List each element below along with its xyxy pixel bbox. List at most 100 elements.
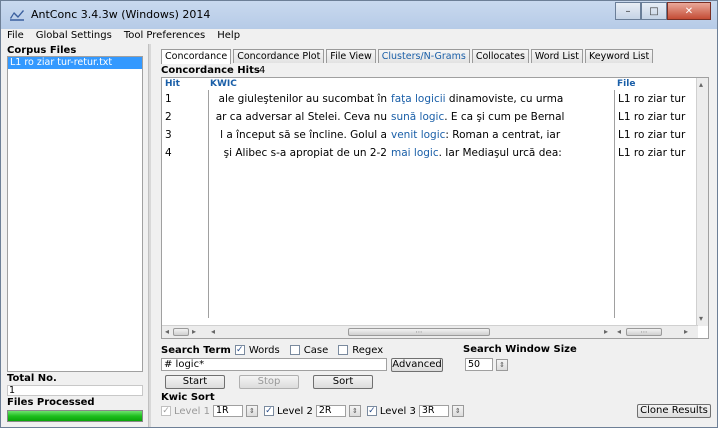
concordance-hits-label: Concordance Hits [161, 65, 260, 76]
scroll-up-arrow-icon[interactable]: ▴ [699, 80, 703, 89]
hit-number[interactable]: 3 [162, 126, 208, 144]
level3-checkbox[interactable]: ✓ [366, 406, 377, 416]
file-scroll-thumb[interactable]: ⋯ [626, 328, 662, 336]
kwic-left-context: l a început să se încline. Golul a [220, 129, 387, 141]
total-no-value: 1 [7, 385, 143, 396]
spinner-arrows-icon[interactable]: ⇕ [245, 405, 258, 417]
file-cell[interactable]: L1 ro ziar tur [615, 126, 699, 144]
kwic-scroll-thumb[interactable]: ⋯ [348, 328, 490, 336]
progress-fill [8, 411, 142, 421]
kwic-keyword[interactable]: faţa logicii [391, 93, 446, 105]
search-window-size-input[interactable]: 50 [465, 358, 493, 371]
tab-concordance[interactable]: Concordance [161, 49, 232, 64]
level1-input[interactable]: 1R [212, 405, 243, 417]
horizontal-scrollbar[interactable]: ◂ ▸ ◂ ⋯ ▸ ◂ ⋯ ▸ [162, 325, 698, 338]
case-label: Case [303, 344, 329, 356]
file-cell[interactable]: L1 ro ziar tur [615, 90, 699, 108]
corpus-files-label: Corpus Files [7, 45, 77, 56]
kwic-line-right: sună logic. E ca şi cum pe Bernal [391, 108, 564, 126]
kwic-row[interactable]: şi Alibec s-a apropiat de un 2-2 mai log… [209, 144, 613, 162]
close-button[interactable]: ✕ [667, 2, 711, 20]
kwic-column: ale giuleştenilor au sucombat în faţa lo… [209, 90, 613, 318]
app-window: AntConc 3.4.3w (Windows) 2014 – □ ✕ File… [0, 0, 718, 428]
tab-clusters-ngrams[interactable]: Clusters/N-Grams [377, 49, 470, 63]
kwic-left-context: şi Alibec s-a apropiat de un 2-2 [223, 147, 387, 159]
kwic-row[interactable]: ale giuleştenilor au sucombat în faţa lo… [209, 90, 613, 108]
tab-file-view[interactable]: File View [326, 49, 376, 63]
kwic-keyword[interactable]: venit logic [391, 129, 445, 141]
kwic-keyword[interactable]: mai logic [391, 147, 439, 159]
tab-concordance-plot[interactable]: Concordance Plot [233, 49, 325, 63]
concordance-results: Hit KWIC File 1 2 3 4 ale giuleştenilor … [161, 77, 709, 339]
vertical-scrollbar[interactable]: ▴ ▾ [696, 78, 708, 326]
column-header-kwic[interactable]: KWIC [210, 79, 237, 89]
menu-global-settings[interactable]: Global Settings [36, 29, 112, 43]
kwic-line-right: mai logic. Iar Mediaşul urcă dea: [391, 144, 562, 162]
words-label: Words [248, 344, 280, 356]
level2-input[interactable]: 2R [315, 405, 346, 417]
kwic-sort-levels: ✓ Level 1 1R ⇕ ✓ Level 2 2R ⇕ ✓ Level 3 … [161, 404, 464, 418]
scroll-left-arrow-icon[interactable]: ◂ [211, 327, 215, 336]
hit-scroll-thumb[interactable] [173, 328, 189, 336]
level1-label: Level 1 [174, 405, 210, 417]
level1-checkbox[interactable]: ✓ [161, 406, 171, 416]
file-cell[interactable]: L1 ro ziar tur [615, 108, 699, 126]
scroll-right-arrow-icon[interactable]: ▸ [604, 327, 608, 336]
regex-checkbox[interactable] [338, 345, 349, 355]
kwic-line-right: faţa logicii dinamoviste, cu urma [391, 90, 563, 108]
title-bar: AntConc 3.4.3w (Windows) 2014 – □ ✕ [1, 1, 717, 29]
advanced-button[interactable]: Advanced [391, 358, 443, 372]
start-button[interactable]: Start [165, 375, 225, 389]
column-header-file[interactable]: File [617, 79, 635, 89]
hit-number[interactable]: 4 [162, 144, 208, 162]
menu-file[interactable]: File [7, 29, 24, 43]
menu-help[interactable]: Help [217, 29, 240, 43]
hit-number[interactable]: 2 [162, 108, 208, 126]
kwic-right-context: . E ca şi cum pe Bernal [444, 111, 565, 123]
maximize-button[interactable]: □ [641, 2, 667, 20]
words-checkbox[interactable]: ✓ [234, 345, 245, 355]
kwic-left-context: ar ca adversar al Stelei. Ceva nu [215, 111, 387, 123]
kwic-row[interactable]: l a început să se încline. Golul a venit… [209, 126, 613, 144]
spinner-arrows-icon[interactable]: ⇕ [451, 405, 464, 417]
minimize-button[interactable]: – [615, 2, 641, 20]
menu-bar: File Global Settings Tool Preferences He… [1, 29, 717, 43]
spinner-arrows-icon[interactable]: ⇕ [348, 405, 361, 417]
kwic-row[interactable]: ar ca adversar al Stelei. Ceva nu sună l… [209, 108, 613, 126]
kwic-right-context: . Iar Mediaşul urcă dea: [438, 147, 562, 159]
file-cell[interactable]: L1 ro ziar tur [615, 144, 699, 162]
scroll-right-arrow-icon[interactable]: ▸ [192, 327, 196, 336]
scroll-left-arrow-icon[interactable]: ◂ [617, 327, 621, 336]
scroll-left-arrow-icon[interactable]: ◂ [165, 327, 169, 336]
kwic-keyword[interactable]: sună logic [391, 111, 444, 123]
column-header-hit[interactable]: Hit [165, 79, 180, 89]
clone-results-button[interactable]: Clone Results [637, 404, 711, 418]
scroll-down-arrow-icon[interactable]: ▾ [699, 314, 703, 323]
search-options-row: Search Term ✓ Words Case Regex [161, 343, 383, 357]
panel-divider[interactable] [148, 44, 151, 427]
scroll-right-arrow-icon[interactable]: ▸ [684, 327, 688, 336]
regex-label: Regex [352, 344, 384, 356]
kwic-left-context: ale giuleştenilor au sucombat în [218, 93, 387, 105]
tab-keyword-list[interactable]: Keyword List [584, 49, 654, 63]
window-title: AntConc 3.4.3w (Windows) 2014 [31, 8, 211, 21]
tab-collocates[interactable]: Collocates [471, 49, 529, 63]
menu-tool-preferences[interactable]: Tool Preferences [124, 29, 205, 43]
tool-tabs: Concordance Concordance Plot File View C… [161, 49, 655, 64]
spinner-arrows-icon[interactable]: ⇕ [496, 359, 508, 371]
hit-column: 1 2 3 4 [162, 90, 209, 318]
tab-word-list[interactable]: Word List [530, 49, 583, 63]
search-term-input[interactable]: # logic* [161, 358, 387, 371]
stop-button[interactable]: Stop [239, 375, 299, 389]
level2-label: Level 2 [276, 405, 313, 417]
case-checkbox[interactable] [289, 345, 300, 355]
kwic-right-context: dinamoviste, cu urma [445, 93, 564, 105]
hit-number[interactable]: 1 [162, 90, 208, 108]
level2-checkbox[interactable]: ✓ [263, 406, 274, 416]
sort-button[interactable]: Sort [313, 375, 373, 389]
total-no-label: Total No. [7, 373, 57, 384]
level3-input[interactable]: 3R [418, 405, 449, 417]
corpus-file-list[interactable]: L1 ro ziar tur-retur.txt [7, 56, 143, 372]
search-term-label: Search Term [161, 344, 231, 356]
corpus-file-item[interactable]: L1 ro ziar tur-retur.txt [8, 57, 142, 69]
